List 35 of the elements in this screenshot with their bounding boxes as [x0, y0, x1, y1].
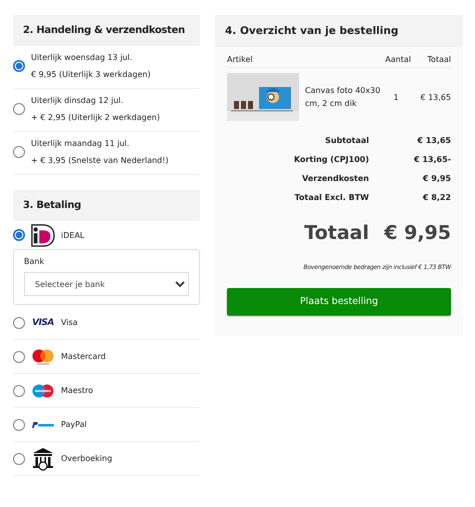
- column-header: Aantal: [384, 55, 411, 64]
- section-heading: 2. Handeling & verzendkosten: [13, 15, 200, 46]
- summary-label: Korting (CPJ100): [293, 155, 369, 164]
- payment-method-label: Visa: [61, 318, 78, 327]
- summary-value: € 13,65: [416, 136, 451, 145]
- line-total: € 13,65: [419, 92, 451, 102]
- delivery-price: + € 2,95 (Uiterlijk 2 werkdagen): [31, 112, 160, 124]
- delivery-date: Uiterlijk dinsdag 12 jul.: [31, 95, 124, 107]
- field-label: Bank: [24, 257, 46, 266]
- total-value: € 9,95: [383, 222, 451, 244]
- delivery-date: Uiterlijk maandag 11 jul.: [31, 138, 130, 150]
- summary-value: € 8,22: [422, 193, 451, 202]
- delivery-date: Uiterlijk woensdag 13 jul.: [31, 52, 134, 64]
- payment-method-label: Overboeking: [61, 454, 112, 463]
- summary-label: Totaal Excl. BTW: [294, 193, 369, 202]
- column-header: Totaal: [426, 55, 451, 64]
- summary-value: € 9,95: [422, 174, 451, 183]
- payment-method-label: Maestro: [61, 386, 94, 395]
- delivery-price: € 9,95 (Uiterlijk 3 werkdagen): [31, 69, 151, 81]
- summary-value: € 13,65-: [413, 155, 451, 164]
- payment-method-label: PayPal: [61, 420, 87, 429]
- delivery-price: + € 3,95 (Snelste van Nederland!): [31, 155, 168, 167]
- section-heading: 3. Betaling: [13, 190, 200, 221]
- payment-method-label: iDEAL: [61, 230, 84, 240]
- bank-select[interactable]: Selecteer je bank: [24, 272, 189, 296]
- section-heading: 4. Overzicht van je bestelling: [215, 15, 463, 47]
- total-label: Totaal: [303, 222, 369, 244]
- column-header: Artikel: [227, 55, 254, 64]
- visa-logo: VISA: [32, 318, 54, 328]
- place-order-button[interactable]: Plaats bestelling: [227, 288, 451, 315]
- summary-label: Subtotaal: [324, 136, 369, 145]
- quantity: 1: [392, 92, 400, 102]
- product-name: Canvas foto 40x30 cm, 2 cm dik: [304, 85, 381, 110]
- payment-method-label: Mastercard: [61, 352, 106, 361]
- summary-label: Verzendkosten: [301, 174, 369, 183]
